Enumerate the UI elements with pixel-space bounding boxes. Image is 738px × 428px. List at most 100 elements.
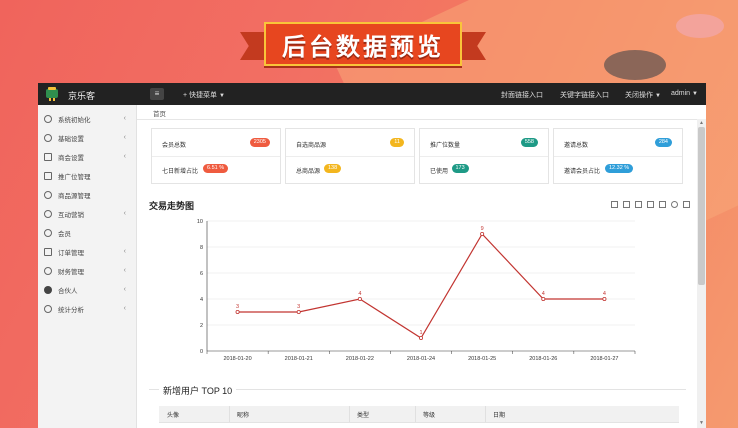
y-tick-label: 6 [200, 271, 203, 277]
gear-icon [44, 133, 52, 142]
sidebar-item-chamber-settings[interactable]: 商会设置 ‹ [38, 147, 136, 166]
zoom-reset-icon[interactable] [623, 201, 630, 208]
column-header: 类型 [357, 413, 370, 419]
clock-icon [44, 304, 52, 313]
stat-label: 邀请总数 [564, 143, 589, 149]
stat-label: 推广位数量 [430, 143, 461, 149]
data-label: 1 [419, 330, 422, 336]
quick-menu-dropdown[interactable]: + 快捷菜单 ▼ [183, 90, 225, 100]
y-tick-label: 4 [200, 297, 203, 303]
barcode-icon [44, 171, 52, 180]
data-label: 9 [481, 226, 484, 232]
stat-badge: 6.51 % [203, 164, 229, 173]
stat-badge: 12.32 % [605, 164, 634, 173]
sidebar-item-system-init[interactable]: 系统初始化 ‹ [38, 109, 136, 128]
data-point [541, 297, 546, 302]
x-tick-label: 2018-01-26 [529, 356, 557, 362]
scroll-down-icon[interactable]: ▼ [698, 420, 705, 427]
banner-title: 后台数据预览 [282, 32, 444, 61]
data-label: 3 [236, 304, 239, 310]
stat-badge: 138 [324, 164, 342, 173]
sidebar: 系统初始化 ‹ 基础设置 ‹ 商会设置 ‹ 推广位管理 商品源管理 互动营销 ‹ 会员 … [38, 105, 137, 428]
zoom-icon[interactable] [611, 201, 618, 208]
x-tick-label: 2018-01-21 [285, 356, 313, 362]
main-content: 首页 会员总数 2305 七日新增占比 6.51 % 自选商品源 11 总商品源 138 推广位… [137, 105, 706, 428]
data-label: 3 [297, 304, 300, 310]
stat-badge: 11 [390, 138, 404, 147]
stat-card: 邀请总数 284 邀请会员占比 12.32 % [553, 128, 683, 184]
data-label: 4 [358, 291, 361, 297]
brand-name: 京乐客 [68, 91, 96, 101]
breadcrumb-home[interactable]: 首页 [153, 108, 166, 118]
keyword-link-entry[interactable]: 关键字链接入口 [560, 90, 609, 100]
top10-title: 新增用户 TOP 10 [159, 384, 237, 397]
sidebar-item-orders[interactable]: 订单管理 ‹ [38, 242, 136, 261]
hand-icon [44, 209, 52, 218]
trade-trend-chart: 0 2 4 6 8 10 2018-01-20 2018-01-21 2018-01-22 201… [197, 219, 636, 362]
connect-icon [44, 190, 52, 199]
admin-user-dropdown[interactable]: admin ▼ [671, 90, 698, 97]
x-tick-label: 2018-01-24 [407, 356, 435, 362]
line-chart-icon[interactable] [647, 201, 654, 208]
close-operation-dropdown[interactable]: 关闭操作 ▼ [625, 90, 661, 100]
top-navbar: 京乐客 ≡ + 快捷菜单 ▼ 封面链接入口 关键字链接入口 关闭操作 ▼ adm… [38, 83, 706, 105]
sidebar-item-promo-position[interactable]: 推广位管理 [38, 166, 136, 185]
layers-icon [44, 152, 52, 161]
document-icon [44, 247, 52, 256]
trend-title: 交易走势图 [149, 201, 195, 211]
y-tick-label: 0 [200, 349, 203, 355]
stat-badge: 284 [654, 138, 672, 147]
data-label: 4 [542, 291, 545, 297]
sidebar-item-goods-source[interactable]: 商品源管理 [38, 185, 136, 204]
stat-label: 自选商品源 [296, 143, 327, 149]
stat-label: 会员总数 [162, 143, 187, 149]
data-point [480, 231, 485, 236]
sidebar-item-partners[interactable]: 合伙人 ‹ [38, 280, 136, 299]
x-tick-label: 2018-01-27 [590, 356, 618, 362]
stat-label: 七日新增占比 [162, 169, 199, 175]
user-icon [44, 228, 52, 237]
top10-panel: 新增用户 TOP 10 头像 昵称 类型 等级 日期 [149, 384, 686, 428]
money-icon [44, 266, 52, 275]
stat-card: 自选商品源 11 总商品源 138 [285, 128, 415, 184]
y-tick-label: 10 [197, 219, 203, 225]
cloud-decoration [676, 14, 724, 38]
series-line [237, 233, 605, 339]
sidebar-item-statistics[interactable]: 统计分析 ‹ [38, 299, 136, 318]
stat-label: 总商品源 [296, 169, 321, 175]
scroll-up-icon[interactable]: ▲ [698, 120, 705, 127]
data-point [357, 297, 362, 302]
logo-icon [46, 87, 58, 101]
title-banner: 后台数据预览 [240, 18, 486, 70]
data-view-icon[interactable] [635, 201, 642, 208]
x-tick-label: 2018-01-22 [346, 356, 374, 362]
scrollbar-thumb[interactable] [698, 127, 705, 285]
data-point [602, 297, 607, 302]
restore-icon[interactable] [671, 201, 678, 208]
data-point [235, 310, 240, 315]
sidebar-item-members[interactable]: 会员 [38, 223, 136, 242]
column-header: 等级 [423, 413, 436, 419]
top10-table-header: 头像 昵称 类型 等级 日期 [159, 406, 679, 423]
column-header: 昵称 [237, 413, 250, 419]
data-point [296, 310, 301, 315]
column-header: 头像 [167, 413, 180, 419]
x-tick-label: 2018-01-25 [468, 356, 496, 362]
sidebar-item-basic-settings[interactable]: 基础设置 ‹ [38, 128, 136, 147]
menu-toggle-icon[interactable]: ≡ [150, 88, 164, 100]
download-icon[interactable] [683, 201, 690, 208]
sidebar-item-interactive-marketing[interactable]: 互动营销 ‹ [38, 204, 136, 223]
stat-badge: 173 [451, 164, 469, 173]
cover-link-entry[interactable]: 封面链接入口 [501, 90, 543, 100]
bar-chart-icon[interactable] [659, 201, 666, 208]
person-icon [44, 285, 52, 294]
y-tick-label: 2 [200, 323, 203, 329]
stat-label: 已使用 [430, 169, 449, 175]
sidebar-item-finance[interactable]: 财务管理 ‹ [38, 261, 136, 280]
stat-badge: 2305 [249, 138, 270, 147]
stat-card: 会员总数 2305 七日新增占比 6.51 % [151, 128, 281, 184]
y-tick-label: 8 [200, 245, 203, 251]
data-point [418, 336, 423, 341]
column-header: 日期 [493, 413, 506, 419]
x-tick-label: 2018-01-20 [224, 356, 252, 362]
